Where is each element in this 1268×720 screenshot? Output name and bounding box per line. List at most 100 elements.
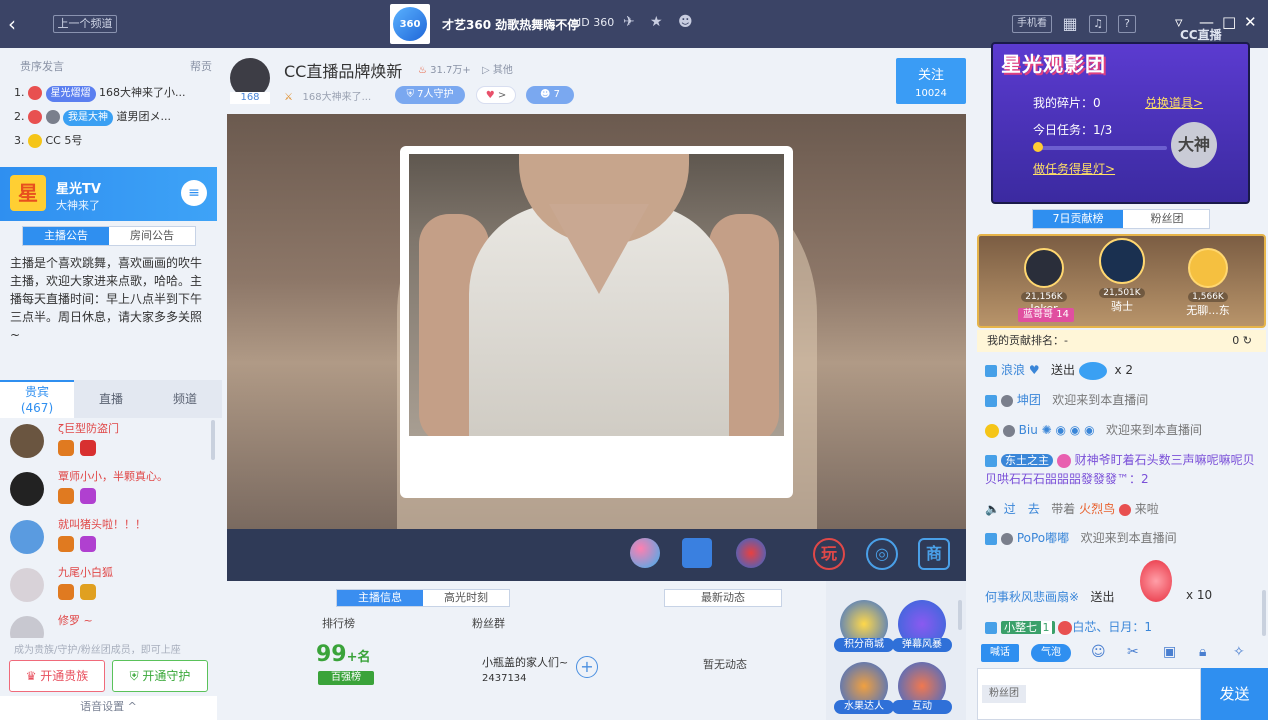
- back-icon[interactable]: ‹: [8, 12, 16, 36]
- tab-highlights[interactable]: 高光时刻: [423, 590, 509, 606]
- rank-title: 贵序发言: [20, 60, 64, 73]
- help-icon[interactable]: ?: [1118, 15, 1136, 33]
- open-noble-button[interactable]: ♛ 开通贵族: [9, 660, 105, 692]
- chat-message: Biu ✺ ◉ ◉ ◉ 欢迎来到本直播间: [985, 421, 1202, 438]
- shop-icon[interactable]: 商: [918, 538, 950, 570]
- progress-dot: [1033, 142, 1043, 152]
- scrollbar[interactable]: [211, 420, 215, 460]
- podium-second[interactable]: 21,156K Joker: [1012, 248, 1076, 315]
- firework-gift-icon[interactable]: [736, 538, 766, 568]
- fragment-count: 我的碎片：0: [1033, 96, 1101, 110]
- tab-fan-club[interactable]: 粉丝团: [1123, 210, 1211, 228]
- gift-icon: [1078, 361, 1107, 380]
- star-event-banner[interactable]: 星光观影团 我的碎片：0 兑换道具> 今日任务：1/3 做任务得星灯> 大神: [991, 42, 1250, 204]
- bag-icon[interactable]: ◎: [866, 538, 898, 570]
- points-mall-button[interactable]: 积分商城: [834, 600, 894, 652]
- settings-icon[interactable]: ✧: [1233, 644, 1245, 660]
- tab-7day-rank[interactable]: 7日贡献榜: [1033, 210, 1123, 228]
- tv-gift-icon[interactable]: [682, 538, 712, 568]
- guard-pill[interactable]: ⛨ 7人守护: [395, 86, 465, 104]
- chat-message: 小整七 1 白芯、日月：1: [985, 618, 1152, 635]
- fruit-master-button[interactable]: 水果达人: [834, 662, 894, 714]
- scissors-icon[interactable]: ✂: [1127, 644, 1139, 660]
- interact-button[interactable]: 互动: [892, 662, 952, 714]
- menu-icon[interactable]: ≡: [181, 180, 207, 206]
- podium-third[interactable]: 1,566K 无聊...东: [1176, 248, 1240, 318]
- contribution-tabs: 7日贡献榜 粉丝团: [1032, 209, 1210, 229]
- grid-icon[interactable]: ▦: [1061, 15, 1079, 33]
- badge-icon: [58, 488, 74, 504]
- image-icon[interactable]: ▣: [1163, 644, 1176, 660]
- rank-hint[interactable]: 帮贡: [190, 58, 212, 74]
- play-game-icon[interactable]: 玩: [813, 538, 845, 570]
- shout-button[interactable]: 喊话: [981, 644, 1019, 662]
- rank-number: 99+名: [316, 642, 371, 667]
- tab-channel[interactable]: 频道: [148, 380, 222, 418]
- star-tv-logo: 星: [10, 175, 46, 211]
- badge-icon: [45, 110, 60, 124]
- plane-icon[interactable]: ✈: [623, 14, 635, 30]
- channel-id: ID 360: [578, 16, 615, 29]
- phone-watch-button[interactable]: 手机看: [1012, 15, 1052, 33]
- avatar: [1188, 248, 1228, 288]
- join-fan-group-button[interactable]: +: [576, 656, 598, 678]
- send-button[interactable]: 发送: [1201, 668, 1268, 720]
- lock-icon[interactable]: 🔒︎: [1199, 644, 1206, 660]
- star-icon[interactable]: ★: [650, 14, 663, 30]
- badge-icon: [58, 440, 74, 456]
- follow-button[interactable]: 关注 10024: [896, 58, 966, 104]
- rank-item[interactable]: 2. 我是大神 道男团メ...: [14, 108, 171, 126]
- tab-host-info[interactable]: 主播信息: [337, 590, 423, 606]
- balloon-gift-icon[interactable]: [630, 538, 660, 568]
- bell-icon[interactable]: ♫: [1089, 15, 1107, 33]
- viewer-item[interactable]: 覃师小小，半颗真心。: [8, 468, 208, 514]
- viewer-item[interactable]: 就叫猪头啦！！！: [8, 516, 208, 562]
- fan-club-tag[interactable]: 粉丝团: [982, 685, 1026, 703]
- users-icon[interactable]: ☻: [678, 14, 693, 30]
- tab-vip[interactable]: 贵宾 (467): [0, 380, 74, 418]
- podium-first[interactable]: 21,501K 骑士: [1090, 238, 1154, 314]
- close-icon[interactable]: ✕: [1244, 13, 1257, 31]
- lollipop-gift-icon: [1140, 560, 1172, 602]
- badge-icon: [80, 440, 96, 456]
- rank-icon: ⚔: [284, 92, 293, 103]
- bubble-button[interactable]: 气泡: [1031, 644, 1071, 662]
- scrollbar[interactable]: [1262, 590, 1266, 636]
- prev-channel-button[interactable]: 上一个频道: [53, 15, 117, 33]
- badge-icon: [58, 584, 74, 600]
- maximize-icon[interactable]: □: [1222, 13, 1236, 31]
- voice-settings[interactable]: 语音设置 ^: [0, 696, 217, 720]
- badge-icon: [80, 488, 96, 504]
- danmu-storm-button[interactable]: 弹幕风暴: [892, 600, 952, 652]
- more-pill[interactable]: ♥ >: [476, 86, 516, 104]
- other-link[interactable]: ▷ 其他: [482, 61, 513, 76]
- chat-message: 坤团 欢迎来到本直播间: [985, 391, 1148, 408]
- do-task-link[interactable]: 做任务得星灯>: [1033, 160, 1115, 177]
- title-bar: ‹ 上一个频道 360 才艺360 劲歌热舞嗨不停 ID 360 ✈ ★ ☻ 手…: [0, 0, 1268, 48]
- tab-room-announcement[interactable]: 房间公告: [109, 227, 195, 245]
- viewer-item[interactable]: ζ巨型防盗门: [8, 420, 208, 466]
- viewer-item[interactable]: 九尾小白狐: [8, 564, 208, 610]
- rank-item[interactable]: 1. 星光熠熠 168大神来了小...: [14, 84, 186, 102]
- tab-live[interactable]: 直播: [74, 380, 148, 418]
- open-guard-button[interactable]: ⛨ 开通守护: [112, 660, 208, 692]
- fans-pill[interactable]: ☻ 7: [526, 86, 574, 104]
- channel-logo: 360: [390, 4, 430, 44]
- brand-logo: CC直播: [1180, 28, 1222, 42]
- viewer-item[interactable]: 修罗 ~: [8, 612, 208, 638]
- star-tv-banner[interactable]: 星 星光TV 大神来了 ≡: [0, 167, 217, 221]
- badge-icon: [28, 110, 42, 124]
- chat-input[interactable]: 粉丝团: [977, 668, 1201, 720]
- scrollbar[interactable]: [958, 600, 962, 630]
- redeem-link[interactable]: 兑换道具>: [1145, 94, 1203, 111]
- task-progress-bar: [1037, 146, 1167, 150]
- level-badge: 蓝哥哥 14: [1018, 308, 1074, 322]
- rank-item[interactable]: 3. CC 5号: [14, 132, 82, 148]
- rank-label: 排行榜: [322, 617, 355, 630]
- news-button[interactable]: 最新动态: [664, 589, 782, 607]
- tab-host-announcement[interactable]: 主播公告: [23, 227, 109, 245]
- refresh-icon[interactable]: ↻: [1243, 334, 1252, 347]
- video-frame: [400, 146, 793, 498]
- announcement-text: 主播是个喜欢跳舞，喜欢画画的吹牛主播，欢迎大家进来点歌，哈哈。主播每天直播时间：…: [10, 256, 203, 342]
- emoji-icon[interactable]: ☺: [1091, 644, 1106, 660]
